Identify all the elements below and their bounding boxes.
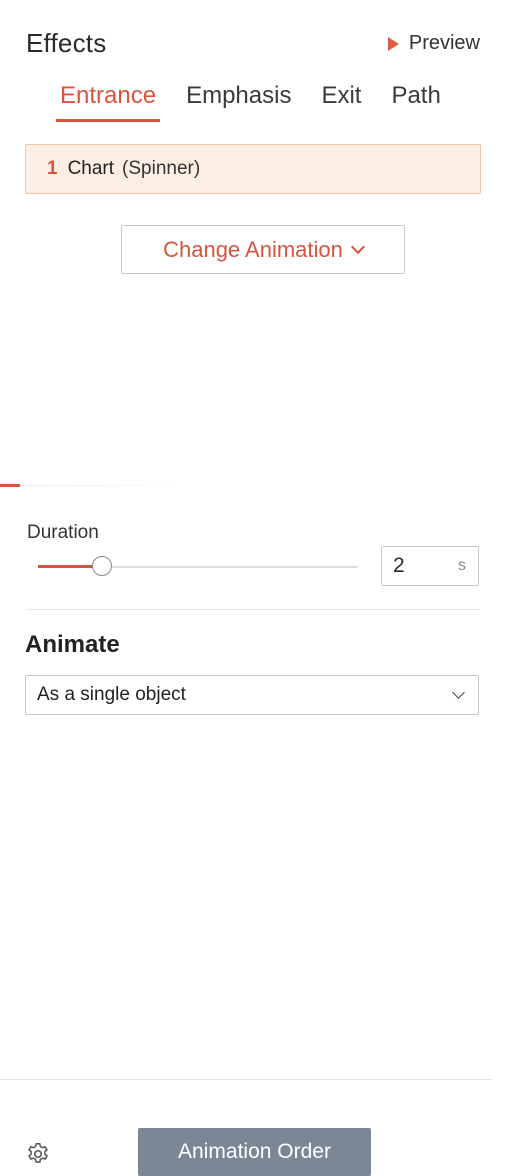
gear-icon[interactable] bbox=[25, 1141, 51, 1167]
section-divider bbox=[27, 609, 479, 610]
play-icon bbox=[387, 36, 399, 51]
preview-button[interactable]: Preview bbox=[387, 32, 480, 55]
tab-emphasis[interactable]: Emphasis bbox=[186, 82, 291, 122]
change-animation-button[interactable]: Change Animation bbox=[121, 225, 405, 274]
footer-divider bbox=[0, 1079, 492, 1080]
duration-input[interactable]: 2 s bbox=[381, 546, 479, 586]
duration-label: Duration bbox=[27, 522, 99, 543]
effect-tabs: Entrance Emphasis Exit Path bbox=[55, 82, 441, 122]
tab-path[interactable]: Path bbox=[391, 82, 440, 122]
options-divider bbox=[0, 485, 190, 486]
animation-type: (Spinner) bbox=[122, 158, 201, 179]
chevron-down-icon bbox=[350, 239, 365, 254]
animation-number: 1 bbox=[47, 158, 58, 179]
tab-entrance[interactable]: Entrance bbox=[55, 82, 161, 122]
options-divider-accent bbox=[0, 484, 20, 487]
animation-list-item[interactable]: 1 Chart (Spinner) bbox=[25, 144, 481, 194]
tab-exit[interactable]: Exit bbox=[321, 82, 361, 122]
duration-slider-thumb[interactable] bbox=[92, 556, 112, 576]
preview-label: Preview bbox=[408, 32, 480, 54]
animate-heading: Animate bbox=[25, 631, 120, 658]
change-animation-label: Change Animation bbox=[163, 236, 343, 262]
chevron-down-icon bbox=[452, 685, 465, 699]
duration-value: 2 bbox=[393, 554, 405, 577]
animate-select-value: As a single object bbox=[37, 684, 186, 705]
animate-select[interactable]: As a single object bbox=[25, 675, 479, 715]
animation-order-button[interactable]: Animation Order bbox=[138, 1128, 371, 1176]
panel-title: Effects bbox=[26, 28, 107, 58]
animation-target-name: Chart bbox=[67, 158, 115, 179]
duration-unit: s bbox=[458, 557, 466, 574]
